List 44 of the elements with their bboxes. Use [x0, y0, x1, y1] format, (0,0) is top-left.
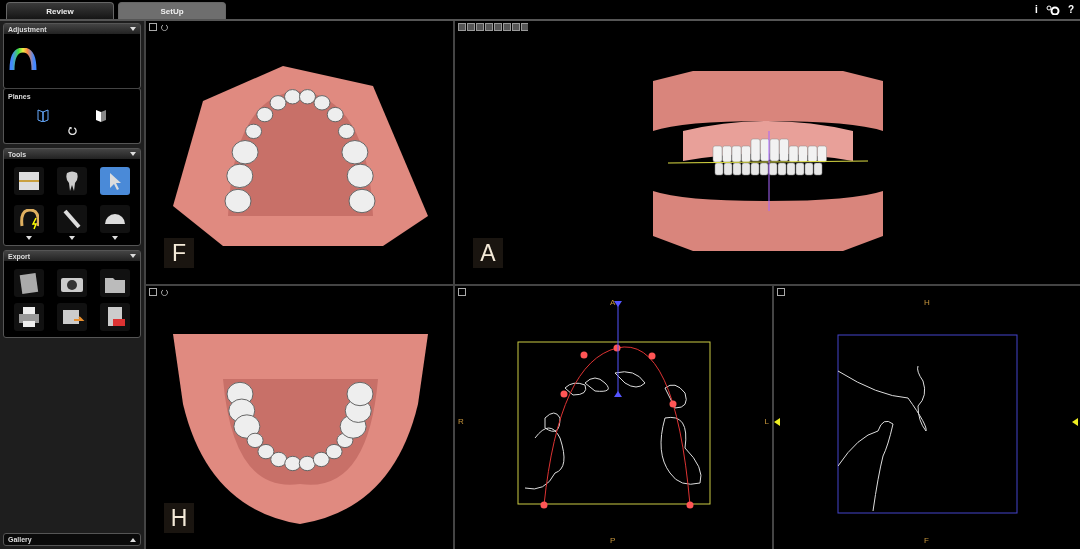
- export-button[interactable]: [57, 303, 87, 331]
- caret-icon: [130, 537, 136, 542]
- save-icon[interactable]: [458, 288, 466, 296]
- plane-marker-icon: [1072, 418, 1080, 426]
- caret-icon: [130, 254, 136, 258]
- view-label: H: [164, 503, 194, 533]
- arch-wire-icon: [19, 208, 39, 230]
- orientation-label: P: [610, 536, 616, 545]
- orientation-label: L: [764, 417, 769, 426]
- plane-icon[interactable]: [37, 108, 49, 122]
- tab[interactable]: Review: [6, 2, 114, 19]
- tool-button[interactable]: [99, 167, 130, 195]
- export-button[interactable]: [14, 303, 45, 331]
- save-reset-icon[interactable]: [149, 288, 169, 296]
- ruler-icon: [63, 209, 81, 229]
- plane-marker-icon: [774, 418, 782, 426]
- help-button[interactable]: ?: [1067, 4, 1074, 15]
- pointer-icon: [108, 171, 121, 191]
- view-label: A: [473, 238, 503, 268]
- save-icon[interactable]: [777, 288, 785, 296]
- tooth-icon: [66, 170, 78, 192]
- orientation-label: H: [924, 298, 930, 307]
- jaw-model-icon: [19, 171, 40, 191]
- caret-icon: [130, 27, 136, 31]
- settings-icon[interactable]: [1045, 4, 1060, 15]
- orientation-label: F: [924, 536, 929, 545]
- export-button[interactable]: [14, 269, 45, 297]
- save-reset-icon[interactable]: [149, 23, 169, 31]
- tab[interactable]: SetUp: [118, 2, 226, 19]
- orientation-label: R: [458, 417, 464, 426]
- export-button[interactable]: [57, 269, 87, 297]
- plane-icon[interactable]: [95, 108, 107, 122]
- export-button[interactable]: [99, 303, 130, 331]
- view-toolbar-icon[interactable]: [458, 23, 528, 31]
- export-button[interactable]: [99, 269, 130, 297]
- arch-rainbow-icon[interactable]: [9, 48, 37, 72]
- protractor-icon: [104, 214, 125, 224]
- orientation-label: A: [610, 298, 616, 307]
- reset-icon[interactable]: [67, 126, 77, 135]
- info-button[interactable]: i: [1035, 4, 1038, 15]
- view-label: F: [164, 238, 194, 268]
- tool-button[interactable]: [14, 167, 45, 195]
- caret-icon: [130, 152, 136, 156]
- tool-button[interactable]: [57, 167, 87, 195]
